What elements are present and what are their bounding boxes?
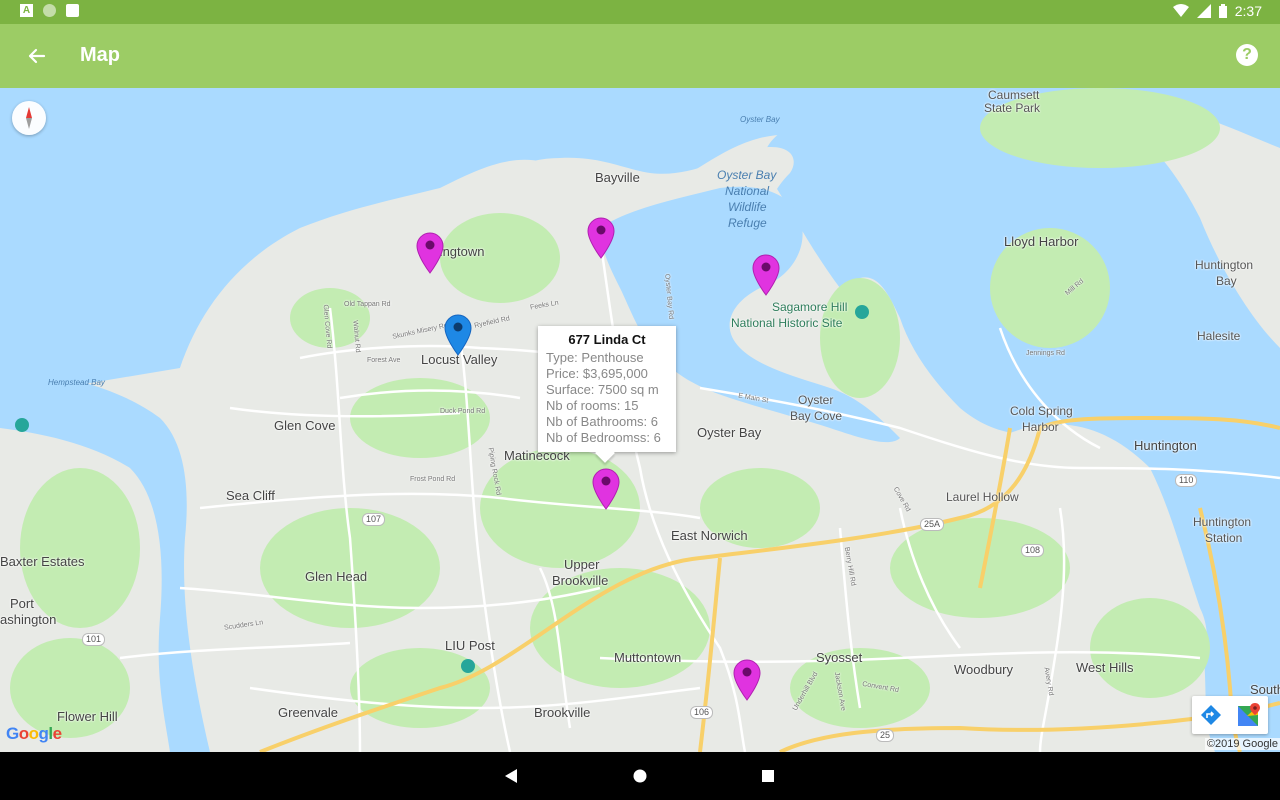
page-title: Map bbox=[80, 44, 120, 66]
system-nav-bar bbox=[0, 752, 1280, 800]
place-label: Woodbury bbox=[954, 662, 1014, 677]
marker-info-window[interactable]: 677 Linda Ct Type: Penthouse Price: $3,6… bbox=[538, 326, 676, 463]
map-copyright: ©2019 Google bbox=[1204, 738, 1280, 750]
road-label: Frost Pond Rd bbox=[410, 476, 456, 483]
place-label: Sea Cliff bbox=[226, 488, 275, 503]
route-shield: 107 bbox=[362, 513, 386, 526]
google-logo: Google bbox=[6, 724, 62, 743]
info-surface: Surface: 7500 sq m bbox=[546, 382, 659, 397]
road-label: Jennings Rd bbox=[1026, 350, 1065, 357]
place-label: Brookville bbox=[552, 573, 609, 588]
circle-icon bbox=[43, 4, 56, 17]
park-label: National Historic Site bbox=[731, 316, 843, 330]
arrow-back-icon[interactable] bbox=[20, 40, 52, 72]
info-price: Price: $3,695,000 bbox=[546, 366, 648, 381]
back-triangle-icon[interactable] bbox=[504, 768, 518, 784]
place-label: ashington bbox=[0, 612, 57, 627]
sd-card-icon bbox=[66, 4, 79, 17]
route-shield: 101 bbox=[82, 633, 106, 646]
directions-icon[interactable] bbox=[1192, 696, 1230, 734]
place-label: Flower Hill bbox=[57, 709, 118, 724]
place-label: LIU Post bbox=[445, 638, 495, 653]
place-label: Huntington bbox=[1193, 515, 1252, 529]
google-maps-icon[interactable] bbox=[1230, 696, 1268, 734]
property-marker[interactable] bbox=[752, 254, 780, 296]
road-label: Forest Ave bbox=[367, 357, 401, 364]
place-label: Lloyd Harbor bbox=[1004, 234, 1079, 249]
map-toolbar bbox=[1192, 696, 1268, 734]
info-type: Type: Penthouse bbox=[546, 350, 644, 365]
place-label: Bayville bbox=[595, 170, 640, 185]
place-label: Syosset bbox=[816, 650, 863, 665]
compass-icon[interactable] bbox=[12, 101, 46, 135]
water-label: Oyster Bay bbox=[740, 115, 780, 124]
place-label: West Hills bbox=[1076, 660, 1134, 675]
info-title: 677 Linda Ct bbox=[568, 332, 646, 347]
place-label: Huntington bbox=[1134, 438, 1197, 453]
property-marker[interactable] bbox=[733, 659, 761, 701]
user-location-marker[interactable] bbox=[444, 314, 472, 356]
clock: 2:37 bbox=[1234, 3, 1262, 19]
park-label: Sagamore Hill bbox=[772, 300, 848, 314]
water-label: Hempstead Bay bbox=[48, 378, 105, 387]
place-label: Laurel Hollow bbox=[946, 490, 1019, 504]
app-bar: Map ? bbox=[0, 24, 1280, 88]
place-label: Oyster bbox=[798, 393, 834, 407]
place-label: Baxter Estates bbox=[0, 554, 85, 569]
place-label: Halesite bbox=[1197, 329, 1241, 343]
property-marker[interactable] bbox=[587, 217, 615, 259]
place-label: Port bbox=[10, 596, 34, 611]
map-view[interactable]: Caumsett State Park Oyster Bay Bayville … bbox=[0, 88, 1280, 752]
place-label: South bbox=[1250, 682, 1280, 697]
road-label: Old Tappan Rd bbox=[344, 301, 391, 308]
route-shield: 25A bbox=[920, 518, 945, 531]
place-label: Muttontown bbox=[614, 650, 682, 665]
signal-icon bbox=[1196, 4, 1211, 18]
place-label: Brookville bbox=[534, 705, 591, 720]
property-marker[interactable] bbox=[416, 232, 444, 274]
road-label: Duck Pond Rd bbox=[440, 408, 486, 415]
a-icon: A bbox=[20, 4, 33, 17]
place-label: Cold Spring bbox=[1010, 404, 1073, 418]
recents-square-icon[interactable] bbox=[761, 768, 775, 784]
info-bathrooms: Nb of Bathrooms: 6 bbox=[546, 414, 658, 429]
place-label: Station bbox=[1205, 531, 1243, 545]
route-shield: 25 bbox=[876, 729, 895, 742]
place-label: Greenvale bbox=[278, 705, 338, 720]
place-label: Upper bbox=[564, 557, 600, 572]
wifi-icon bbox=[1172, 4, 1189, 17]
route-shield: 106 bbox=[690, 706, 714, 719]
route-shield: 108 bbox=[1021, 544, 1045, 557]
water-label: Refuge bbox=[728, 216, 767, 230]
place-label: Caumsett bbox=[988, 88, 1040, 102]
route-shield: 110 bbox=[1175, 474, 1198, 487]
place-label: Oyster Bay bbox=[697, 425, 762, 440]
property-marker-selected[interactable] bbox=[592, 468, 620, 510]
place-label: State Park bbox=[984, 101, 1041, 115]
place-label: Glen Head bbox=[305, 569, 368, 584]
water-label: Oyster Bay bbox=[717, 168, 777, 182]
home-circle-icon[interactable] bbox=[633, 768, 647, 784]
status-bar: A 2:37 bbox=[0, 0, 1280, 24]
place-label: Huntington bbox=[1195, 258, 1254, 272]
place-label: East Norwich bbox=[671, 528, 748, 543]
place-label: Bay Cove bbox=[790, 409, 843, 423]
water-label: Wildlife bbox=[728, 200, 767, 214]
water-label: National bbox=[725, 184, 770, 198]
help-icon[interactable]: ? bbox=[1236, 44, 1258, 66]
info-rooms: Nb of rooms: 15 bbox=[546, 398, 639, 413]
place-label: Glen Cove bbox=[274, 418, 336, 433]
place-label: Bay bbox=[1216, 274, 1237, 288]
place-label: Harbor bbox=[1022, 420, 1059, 434]
info-bedrooms: Nb of Bedroomss: 6 bbox=[546, 430, 661, 445]
battery-icon bbox=[1218, 4, 1227, 18]
